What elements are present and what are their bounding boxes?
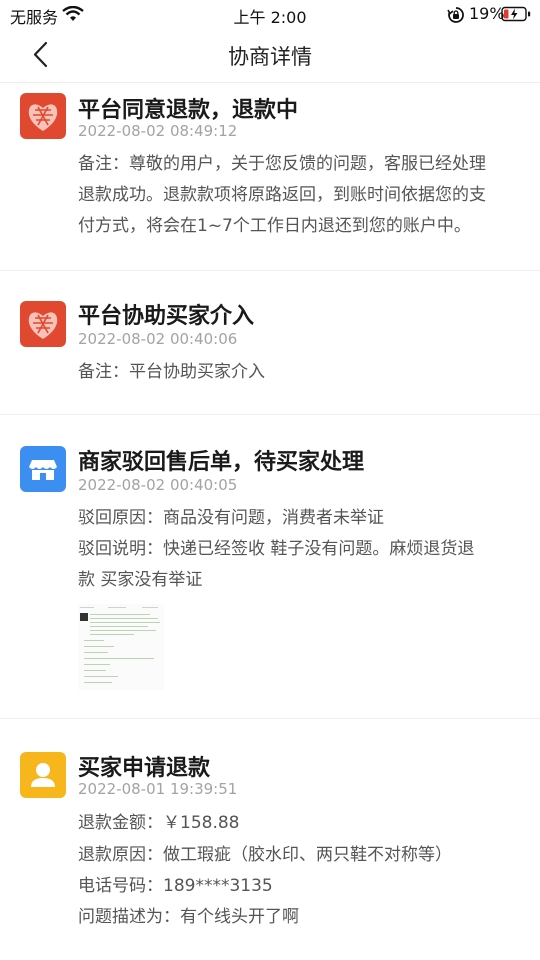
event-timestamp: 2022-08-02 08:49:12 [78, 122, 238, 140]
event-title: 平台同意退款，退款中 [78, 98, 299, 123]
event-title: 买家申请退款 [78, 756, 211, 781]
pinduoduo-logo-icon [20, 301, 66, 347]
event-note-line: 驳回原因：商品没有问题，消费者未举证 [78, 508, 384, 528]
evidence-image-thumbnail[interactable] [78, 604, 164, 690]
event-title: 平台协助买家介入 [78, 304, 255, 329]
divider [0, 270, 540, 271]
pinduoduo-logo-icon [20, 93, 66, 139]
event-timestamp: 2022-08-01 19:39:51 [78, 780, 238, 798]
event-title: 商家驳回售后单，待买家处理 [78, 450, 365, 475]
person-icon [20, 752, 66, 798]
orientation-lock-icon [447, 6, 465, 28]
event-timestamp: 2022-08-02 00:40:06 [78, 330, 238, 348]
refund-reason: 退款原因：做工瑕疵（胶水印、两只鞋不对称等） [78, 845, 452, 865]
status-bar: 无服务 上午 2:00 19% [0, 0, 540, 28]
problem-description: 问题描述为：有个线头开了啊 [78, 907, 299, 927]
divider [0, 414, 540, 415]
navigation-bar: 协商详情 [0, 28, 540, 83]
event-note-line: 退款成功。退款款项将原路返回，到账时间依据您的支 [78, 185, 486, 205]
event-note-line: 付方式，将会在1~7个工作日内退还到您的账户中。 [78, 216, 471, 236]
refund-amount: 退款金额：￥158.88 [78, 813, 240, 833]
page-title: 协商详情 [228, 45, 312, 69]
battery-percent: 19% [469, 4, 505, 23]
event-note-line: 款 买家没有举证 [78, 570, 203, 590]
event-note-line: 备注：平台协助买家介入 [78, 362, 265, 382]
event-note-line: 驳回说明：快递已经签收 鞋子没有问题。麻烦退货退 [78, 539, 475, 559]
store-icon [20, 446, 66, 492]
phone-number: 电话号码：189****3135 [78, 876, 273, 896]
event-note-line: 备注：尊敬的用户，关于您反馈的问题，客服已经处理 [78, 154, 486, 174]
divider [0, 718, 540, 719]
battery-charging-icon [501, 6, 531, 26]
event-timestamp: 2022-08-02 00:40:05 [78, 476, 238, 494]
